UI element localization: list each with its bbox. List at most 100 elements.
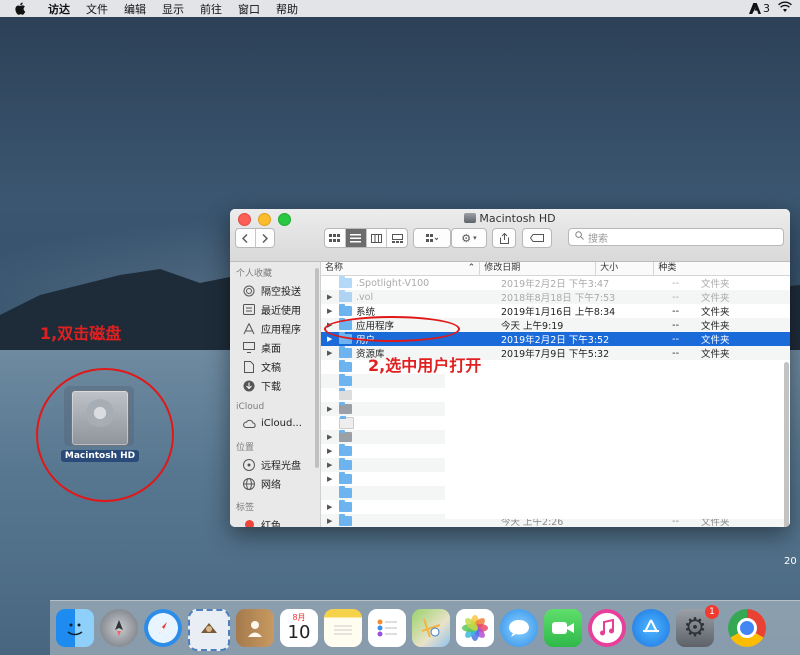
- row-date: 今天 上午9:19: [501, 321, 564, 332]
- adobe-icon[interactable]: 3: [749, 2, 770, 15]
- search-icon: [575, 231, 584, 243]
- menu-help[interactable]: 帮助: [268, 1, 306, 17]
- share-icon: [499, 232, 509, 244]
- column-header-label: 名称: [325, 263, 344, 273]
- maps-dock-icon[interactable]: [412, 609, 450, 647]
- reminders-dock-icon[interactable]: [368, 609, 406, 647]
- photos-dock-icon[interactable]: [456, 609, 494, 647]
- messages-dock-icon[interactable]: [500, 609, 538, 647]
- launchpad-dock-icon[interactable]: [100, 609, 138, 647]
- sidebar-item-recents[interactable]: 最近使用: [230, 300, 320, 319]
- row-kind: 文件夹: [701, 321, 730, 332]
- column-view-button[interactable]: [367, 229, 388, 247]
- sidebar-item-airdrop[interactable]: 隔空投送: [230, 281, 320, 300]
- airdrop-icon: [242, 284, 256, 298]
- globe-icon: [242, 477, 256, 491]
- itunes-dock-icon[interactable]: [588, 609, 626, 647]
- mail-dock-icon[interactable]: [188, 609, 230, 651]
- sidebar-header-icloud: iCloud: [236, 402, 265, 412]
- privacy-mask: [445, 367, 790, 519]
- notification-badge: 1: [705, 605, 719, 619]
- gear-icon: ⚙: [461, 231, 472, 245]
- column-header-size[interactable]: 大小: [596, 262, 655, 275]
- document-icon: [242, 360, 256, 374]
- row-date: 2019年2月2日 下午3:52: [501, 335, 610, 346]
- disclosure-triangle-icon[interactable]: ▶: [327, 461, 339, 469]
- row-size: --: [672, 291, 679, 303]
- disclosure-triangle-icon[interactable]: ▶: [327, 307, 339, 315]
- apple-logo-icon[interactable]: [12, 1, 28, 17]
- share-button[interactable]: [492, 228, 516, 248]
- sidebar-header-locations: 位置: [236, 443, 255, 453]
- column-header-date[interactable]: 修改日期: [480, 262, 597, 275]
- system-preferences-dock-icon[interactable]: ⚙ 1: [676, 605, 719, 647]
- folder-icon: [339, 346, 352, 358]
- table-row[interactable]: ▶ .vol 2018年8月18日 下午7:53 -- 文件夹: [321, 290, 790, 304]
- view-mode-selector: [324, 228, 408, 248]
- edit-tags-button[interactable]: [522, 228, 552, 248]
- finder-sidebar: 个人收藏 隔空投送 最近使用 应用程序 桌面 文稿 下载 iCloud iClo…: [230, 262, 321, 527]
- calendar-day: 10: [287, 622, 311, 643]
- sidebar-item-documents[interactable]: 文稿: [230, 357, 320, 376]
- menu-go[interactable]: 前往: [192, 1, 230, 17]
- group-by-button[interactable]: [413, 228, 451, 248]
- sidebar-item-icloud-drive[interactable]: iCloud...: [230, 414, 320, 433]
- row-size: --: [672, 347, 679, 359]
- sidebar-item-network[interactable]: 网络: [230, 474, 320, 493]
- folder-icon: [339, 304, 352, 316]
- sidebar-item-applications[interactable]: 应用程序: [230, 319, 320, 338]
- disclosure-triangle-icon[interactable]: ▶: [327, 475, 339, 483]
- facetime-dock-icon[interactable]: [544, 609, 582, 647]
- table-row[interactable]: .Spotlight-V100 2019年2月2日 下午3:47 -- 文件夹: [321, 276, 790, 290]
- sidebar-item-remote-disc[interactable]: 远程光盘: [230, 455, 320, 474]
- row-kind: 文件夹: [701, 279, 730, 290]
- disclosure-triangle-icon[interactable]: ▶: [327, 433, 339, 441]
- safari-dock-icon[interactable]: [144, 609, 182, 647]
- row-size: --: [672, 305, 679, 317]
- forward-button[interactable]: [256, 229, 275, 247]
- wifi-icon[interactable]: [778, 1, 792, 16]
- finder-dock-icon[interactable]: [56, 609, 94, 647]
- row-size: --: [672, 333, 679, 345]
- menu-finder[interactable]: 访达: [40, 1, 78, 17]
- sidebar-item-label: 应用程序: [261, 325, 301, 336]
- contacts-dock-icon[interactable]: [236, 609, 274, 647]
- disclosure-triangle-icon[interactable]: ▶: [327, 503, 339, 511]
- menu-view[interactable]: 显示: [154, 1, 192, 17]
- sidebar-item-desktop[interactable]: 桌面: [230, 338, 320, 357]
- folder-icon: [339, 374, 352, 386]
- sidebar-item-downloads[interactable]: 下载: [230, 376, 320, 395]
- disc-icon: [242, 458, 256, 472]
- folder-icon: [339, 458, 352, 470]
- gallery-view-button[interactable]: [387, 229, 407, 247]
- list-scrollbar[interactable]: [784, 362, 789, 527]
- list-view-button[interactable]: [345, 229, 367, 247]
- folder-icon: [339, 444, 352, 456]
- sidebar-header-favorites: 个人收藏: [236, 269, 273, 279]
- calendar-dock-icon[interactable]: 8月 10: [280, 609, 318, 647]
- chevron-down-icon: ▾: [473, 234, 477, 242]
- folder-icon: [339, 486, 352, 498]
- search-field[interactable]: 搜索: [568, 228, 784, 246]
- menu-window[interactable]: 窗口: [230, 1, 268, 17]
- back-button[interactable]: [236, 229, 256, 247]
- annotation-circle-1: [36, 368, 174, 502]
- disclosure-triangle-icon[interactable]: ▶: [327, 517, 339, 525]
- disclosure-triangle-icon[interactable]: ▶: [327, 405, 339, 413]
- column-header-name[interactable]: 名称 ⌃: [321, 262, 481, 275]
- chrome-dock-icon[interactable]: [728, 609, 766, 647]
- disk-icon: [339, 430, 352, 442]
- action-gear-button[interactable]: ⚙ ▾: [451, 228, 487, 248]
- menu-file[interactable]: 文件: [78, 1, 116, 17]
- notes-dock-icon[interactable]: [324, 609, 362, 647]
- disclosure-triangle-icon[interactable]: ▶: [327, 293, 339, 301]
- sort-chevron-icon: ⌃: [467, 263, 476, 273]
- icon-view-button[interactable]: [325, 229, 346, 247]
- app-store-dock-icon[interactable]: [632, 609, 670, 647]
- menu-edit[interactable]: 编辑: [116, 1, 154, 17]
- sidebar-item-tag-red[interactable]: 红色: [230, 515, 320, 527]
- column-header-kind[interactable]: 种类: [654, 262, 790, 275]
- sidebar-scrollbar[interactable]: [315, 268, 319, 468]
- disclosure-triangle-icon[interactable]: ▶: [327, 349, 339, 357]
- disclosure-triangle-icon[interactable]: ▶: [327, 447, 339, 455]
